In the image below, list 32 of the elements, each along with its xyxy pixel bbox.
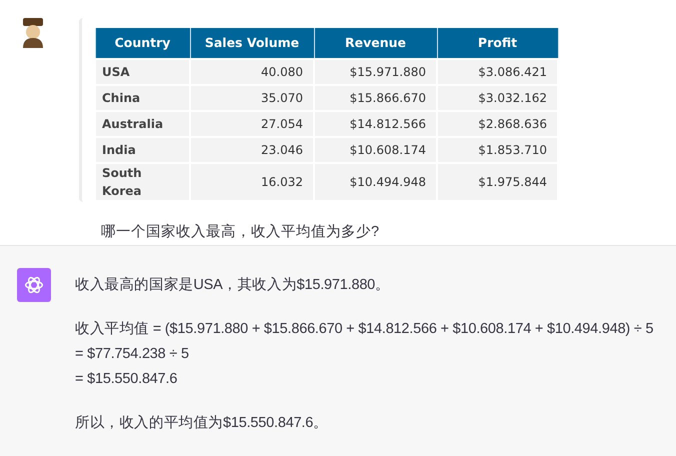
answer-line: = $15.550.847.6 bbox=[75, 370, 178, 389]
avatar-icon bbox=[20, 18, 46, 48]
table-cell: $1.975.844 bbox=[437, 163, 558, 201]
table-cell: $15.971.880 bbox=[314, 59, 437, 85]
column-header: Sales Volume bbox=[190, 28, 314, 59]
table-cell: $10.494.948 bbox=[314, 163, 437, 201]
column-header: Revenue bbox=[314, 28, 437, 59]
column-header: Profit bbox=[437, 28, 558, 59]
table-cell: 35.070 bbox=[190, 85, 314, 111]
table-cell: $15.866.670 bbox=[314, 85, 437, 111]
table-cell: $3.032.162 bbox=[437, 85, 558, 111]
column-header: Country bbox=[95, 28, 190, 59]
user-message: 哪一个国家收入最高，收入平均值为多少? bbox=[101, 222, 380, 242]
answer-line: 收入最高的国家是USA，其收入为$15.971.880。 bbox=[75, 276, 391, 295]
table-cell: $14.812.566 bbox=[314, 111, 437, 137]
table-cell: India bbox=[95, 137, 190, 163]
table-cell: 16.032 bbox=[190, 163, 314, 201]
table-cell: $3.086.421 bbox=[437, 59, 558, 85]
table-cell: $1.853.710 bbox=[437, 137, 558, 163]
table-cell: Australia bbox=[95, 111, 190, 137]
knot-logo-icon bbox=[23, 274, 45, 296]
table-cell: $2.868.636 bbox=[437, 111, 558, 137]
answer-line: = $77.754.238 ÷ 5 bbox=[75, 345, 190, 364]
answer-line: 收入平均值 = ($15.971.880 + $15.866.670 + $14.812.566 + $10.608.174 + $10.494.948) ÷ 5 bbox=[75, 320, 654, 339]
table-cell: South Korea bbox=[95, 163, 190, 201]
table-cell: China bbox=[95, 85, 190, 111]
table-cell: $10.608.174 bbox=[314, 137, 437, 163]
table-cell: USA bbox=[95, 59, 190, 85]
answer-line: 所以，收入的平均值为$15.550.847.6。 bbox=[75, 414, 329, 433]
table-cell: 23.046 bbox=[190, 137, 314, 163]
table-cell: 27.054 bbox=[190, 111, 314, 137]
table-cell: 40.080 bbox=[190, 59, 314, 85]
